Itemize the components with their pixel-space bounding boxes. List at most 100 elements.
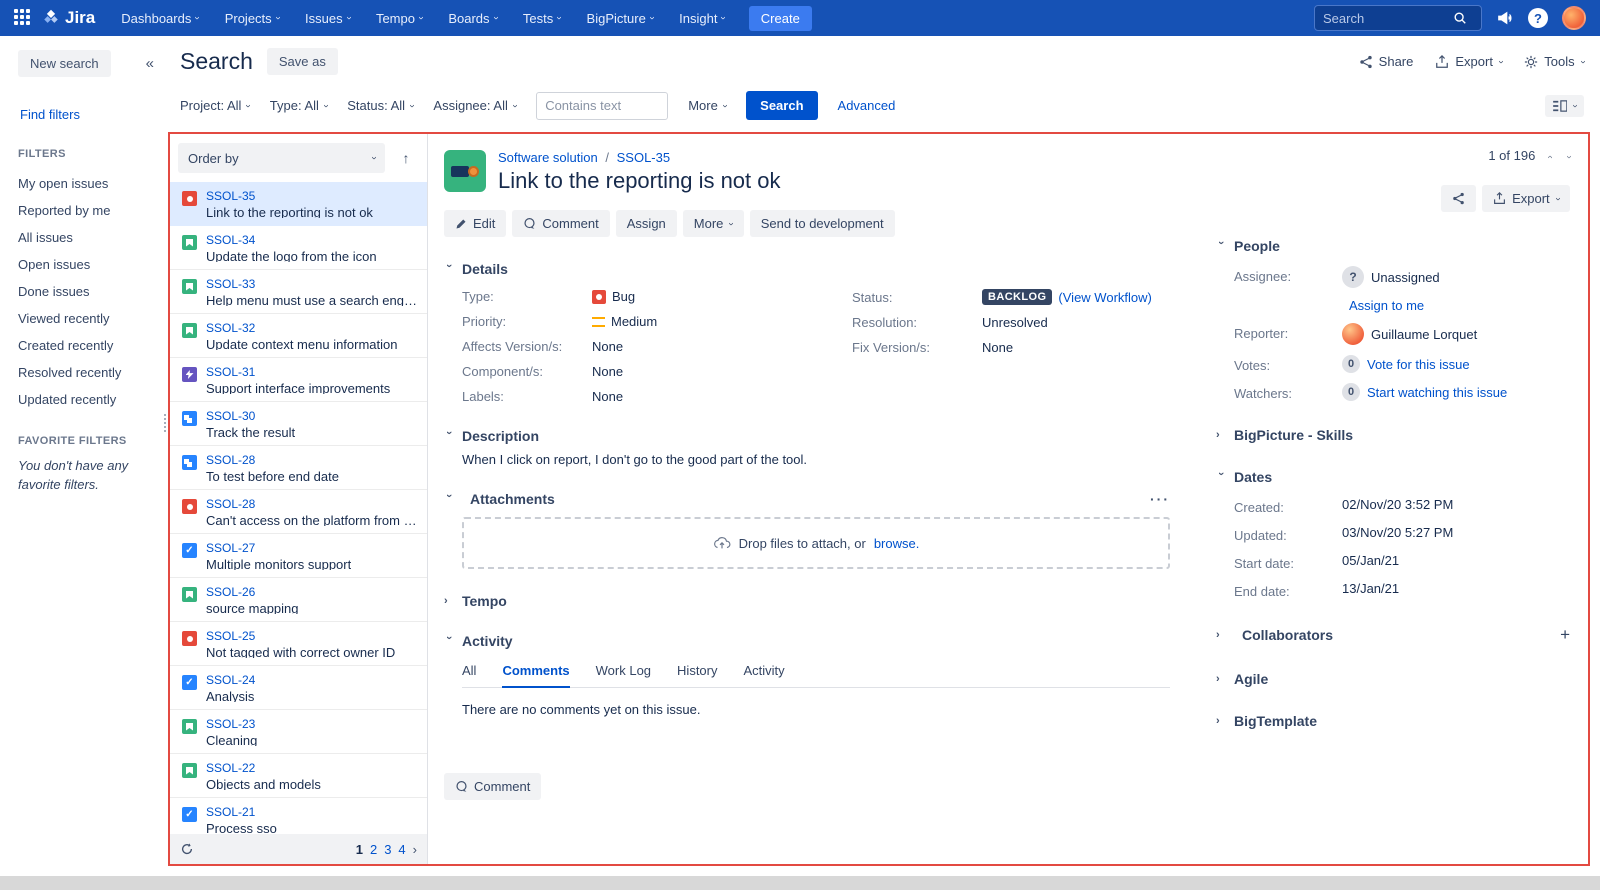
issue-list-item[interactable]: SSOL-27 Multiple monitors support bbox=[170, 534, 427, 578]
edit-button[interactable]: Edit bbox=[444, 210, 507, 237]
issue-list-item[interactable]: SSOL-23 Cleaning bbox=[170, 710, 427, 754]
activity-section-header[interactable]: › Activity bbox=[443, 633, 1170, 649]
dates-section-header[interactable]: › Dates bbox=[1215, 469, 1570, 485]
nav-boards[interactable]: Boards › bbox=[440, 7, 505, 30]
tab-comments[interactable]: Comments bbox=[502, 663, 570, 688]
issue-list-item[interactable]: SSOL-22 Objects and models bbox=[170, 754, 427, 798]
issue-key[interactable]: SSOL-23 bbox=[206, 717, 257, 731]
nav-insight[interactable]: Insight › bbox=[671, 7, 733, 30]
attachments-dropzone[interactable]: Drop files to attach, or browse. bbox=[462, 517, 1170, 569]
nav-tempo[interactable]: Tempo › bbox=[368, 7, 430, 30]
nav-tests[interactable]: Tests › bbox=[515, 7, 569, 30]
search-submit-button[interactable]: Search bbox=[746, 91, 818, 120]
sidebar-item-reported-by-me[interactable]: Reported by me bbox=[18, 197, 168, 224]
export-issue-button[interactable]: Export › bbox=[1482, 185, 1570, 212]
sidebar-item-created-recently[interactable]: Created recently bbox=[18, 332, 168, 359]
contains-text-input[interactable] bbox=[536, 91, 669, 120]
issue-list-item[interactable]: SSOL-30 Track the result bbox=[170, 402, 427, 446]
tab-all[interactable]: All bbox=[462, 663, 476, 687]
issue-list-item[interactable]: SSOL-28 To test before end date bbox=[170, 446, 427, 490]
send-to-development-button[interactable]: Send to development bbox=[749, 210, 895, 237]
help-icon[interactable]: ? bbox=[1528, 8, 1548, 28]
tab-work-log[interactable]: Work Log bbox=[596, 663, 651, 687]
issue-list-item[interactable]: SSOL-24 Analysis bbox=[170, 666, 427, 710]
view-workflow-link[interactable]: (View Workflow) bbox=[1058, 290, 1151, 305]
sidebar-item-viewed-recently[interactable]: Viewed recently bbox=[18, 305, 168, 332]
type-filter[interactable]: Type: All › bbox=[270, 98, 332, 113]
issue-key[interactable]: SSOL-27 bbox=[206, 541, 351, 555]
share-button[interactable]: Share bbox=[1359, 54, 1413, 69]
add-comment-button[interactable]: Comment bbox=[444, 773, 542, 800]
issue-list-item[interactable]: SSOL-28 Can't access on the platform fro… bbox=[170, 490, 427, 534]
details-section-header[interactable]: › Details bbox=[443, 261, 1170, 277]
next-issue-icon[interactable]: › bbox=[1563, 150, 1574, 162]
announcement-icon[interactable] bbox=[1496, 9, 1514, 27]
issue-key[interactable]: SSOL-28 bbox=[206, 497, 417, 511]
nav-issues[interactable]: Issues › bbox=[297, 7, 358, 30]
assign-to-me-link[interactable]: Assign to me bbox=[1349, 298, 1424, 313]
assign-button[interactable]: Assign bbox=[615, 210, 677, 237]
save-as-button[interactable]: Save as bbox=[266, 48, 338, 75]
issue-key[interactable]: SSOL-32 bbox=[206, 321, 398, 335]
more-button[interactable]: More › bbox=[682, 210, 744, 237]
issue-key[interactable]: SSOL-34 bbox=[206, 233, 377, 247]
advanced-link[interactable]: Advanced bbox=[838, 98, 896, 113]
view-switcher-button[interactable]: › bbox=[1544, 94, 1584, 117]
attachments-menu-icon[interactable]: ··· bbox=[1150, 491, 1170, 507]
issue-list-item[interactable]: SSOL-32 Update context menu information bbox=[170, 314, 427, 358]
sidebar-item-done-issues[interactable]: Done issues bbox=[18, 278, 168, 305]
tools-button[interactable]: Tools › bbox=[1524, 54, 1588, 69]
attachments-section-header[interactable]: › Attachments ··· bbox=[443, 491, 1170, 507]
assignee-filter[interactable]: Assignee: All › bbox=[433, 98, 520, 113]
order-by-select[interactable]: Order by › bbox=[178, 143, 385, 173]
navbar-search-input[interactable] bbox=[1323, 10, 1453, 26]
tempo-section-header[interactable]: › Tempo bbox=[444, 593, 1170, 609]
nav-dashboards[interactable]: Dashboards › bbox=[113, 7, 206, 30]
sort-direction-button[interactable]: ↑ bbox=[393, 145, 419, 171]
navbar-search[interactable] bbox=[1314, 5, 1482, 31]
issue-key[interactable]: SSOL-35 bbox=[206, 189, 373, 203]
comment-button[interactable]: Comment bbox=[512, 210, 610, 237]
issue-list-item[interactable]: SSOL-35 Link to the reporting is not ok bbox=[170, 182, 427, 226]
issue-list-item[interactable]: SSOL-25 Not tagged with correct owner ID bbox=[170, 622, 427, 666]
share-issue-button[interactable] bbox=[1441, 185, 1477, 212]
sidebar-item-updated-recently[interactable]: Updated recently bbox=[18, 386, 168, 413]
page-1[interactable]: 1 bbox=[356, 842, 363, 857]
sidebar-item-my-open-issues[interactable]: My open issues bbox=[18, 170, 168, 197]
issue-list-item[interactable]: SSOL-26 source mapping bbox=[170, 578, 427, 622]
user-avatar[interactable] bbox=[1562, 6, 1586, 30]
agile-header[interactable]: › Agile bbox=[1216, 671, 1570, 687]
watch-link[interactable]: Start watching this issue bbox=[1367, 385, 1507, 400]
issue-list-item[interactable]: SSOL-34 Update the logo from the icon bbox=[170, 226, 427, 270]
breadcrumb-issue-link[interactable]: SSOL-35 bbox=[617, 150, 670, 165]
description-section-header[interactable]: › Description bbox=[443, 428, 1170, 444]
new-search-button[interactable]: New search bbox=[18, 50, 111, 77]
pane-resize-handle[interactable] bbox=[164, 414, 166, 432]
issue-list-item[interactable]: SSOL-21 Process sso bbox=[170, 798, 427, 834]
browse-link[interactable]: browse. bbox=[874, 536, 920, 551]
issue-key[interactable]: SSOL-21 bbox=[206, 805, 277, 819]
page-4[interactable]: 4 bbox=[398, 842, 405, 857]
sidebar-item-open-issues[interactable]: Open issues bbox=[18, 251, 168, 278]
collaborators-header[interactable]: › Collaborators + bbox=[1216, 625, 1570, 645]
next-page-icon[interactable]: › bbox=[413, 842, 417, 857]
issue-key[interactable]: SSOL-25 bbox=[206, 629, 395, 643]
refresh-icon[interactable] bbox=[180, 842, 194, 856]
nav-bigpicture[interactable]: BigPicture › bbox=[579, 7, 662, 30]
bigpicture-skills-header[interactable]: › BigPicture - Skills bbox=[1216, 427, 1570, 443]
sidebar-item-all-issues[interactable]: All issues bbox=[18, 224, 168, 251]
find-filters-link[interactable]: Find filters bbox=[20, 107, 168, 122]
issue-key[interactable]: SSOL-26 bbox=[206, 585, 299, 599]
issue-list-item[interactable]: SSOL-33 Help menu must use a search engi… bbox=[170, 270, 427, 314]
export-button[interactable]: Export › bbox=[1435, 54, 1507, 69]
status-filter[interactable]: Status: All › bbox=[347, 98, 417, 113]
issue-key[interactable]: SSOL-24 bbox=[206, 673, 255, 687]
previous-issue-icon[interactable]: › bbox=[1545, 150, 1556, 162]
issue-list-item[interactable]: SSOL-31 Support interface improvements bbox=[170, 358, 427, 402]
breadcrumb-project-link[interactable]: Software solution bbox=[498, 150, 598, 165]
collapse-sidebar-icon[interactable]: « bbox=[146, 55, 154, 72]
page-2[interactable]: 2 bbox=[370, 842, 377, 857]
more-filter[interactable]: More › bbox=[688, 98, 730, 113]
create-button[interactable]: Create bbox=[748, 5, 812, 31]
app-switcher-icon[interactable] bbox=[14, 9, 32, 27]
